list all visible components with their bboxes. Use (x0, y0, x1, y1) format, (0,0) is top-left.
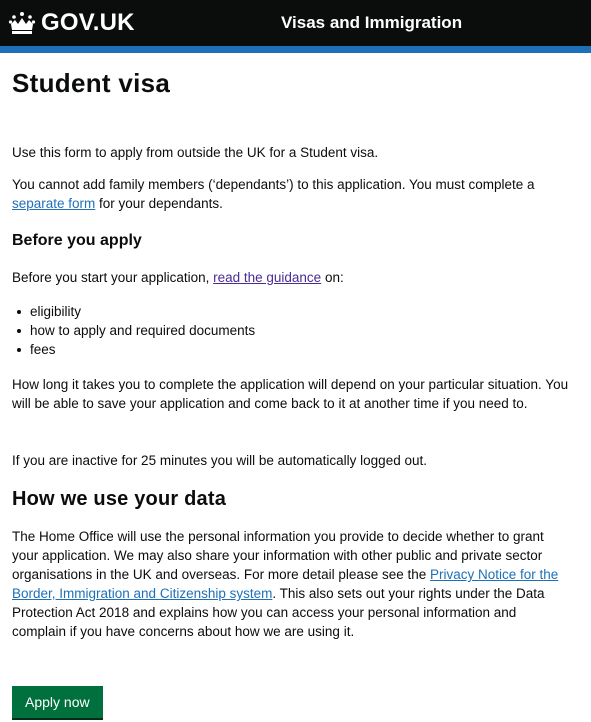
dependants-text-after: for your dependants. (95, 196, 223, 211)
list-item-text: how to apply and required documents (30, 323, 256, 338)
list-item: how to apply and required documents (12, 321, 572, 340)
page-title: Student visa (12, 68, 171, 98)
before-you-apply-heading: Before you apply (12, 232, 142, 249)
list-item-text: fees (30, 342, 56, 357)
guidance-text-after: on: (321, 270, 344, 285)
bullet-icon (17, 348, 21, 352)
data-use-heading: How we use your data (12, 488, 227, 510)
header-blue-bar (0, 46, 591, 53)
dependants-text-before: You cannot add family members (‘dependan… (12, 177, 535, 192)
bullet-icon (17, 310, 21, 314)
logo-text: GOV.UK (41, 9, 135, 36)
guidance-paragraph: Before you start your application, read … (12, 268, 572, 287)
timing-paragraph: How long it takes you to complete the ap… (12, 377, 569, 411)
list-item: fees (12, 340, 572, 359)
crown-icon (8, 11, 36, 35)
bullet-icon (17, 329, 21, 333)
inactivity-paragraph: If you are inactive for 25 minutes you w… (12, 453, 427, 468)
site-header: GOV.UK Visas and Immigration (0, 0, 591, 46)
list-item-text: eligibility (30, 304, 82, 319)
read-guidance-link[interactable]: read the guidance (213, 270, 321, 285)
apply-now-button[interactable]: Apply now (12, 686, 103, 718)
dependants-paragraph: You cannot add family members (‘dependan… (12, 175, 572, 213)
list-item: eligibility (12, 302, 572, 321)
intro-paragraph: Use this form to apply from outside the … (12, 145, 379, 160)
service-name[interactable]: Visas and Immigration (281, 12, 462, 34)
separate-form-link[interactable]: separate form (12, 196, 95, 211)
guidance-text-before: Before you start your application, (12, 270, 214, 285)
guidance-list: eligibility how to apply and required do… (12, 302, 572, 359)
govuk-logo-link[interactable]: GOV.UK (8, 9, 135, 37)
data-use-paragraph: The Home Office will use the personal in… (12, 527, 572, 641)
